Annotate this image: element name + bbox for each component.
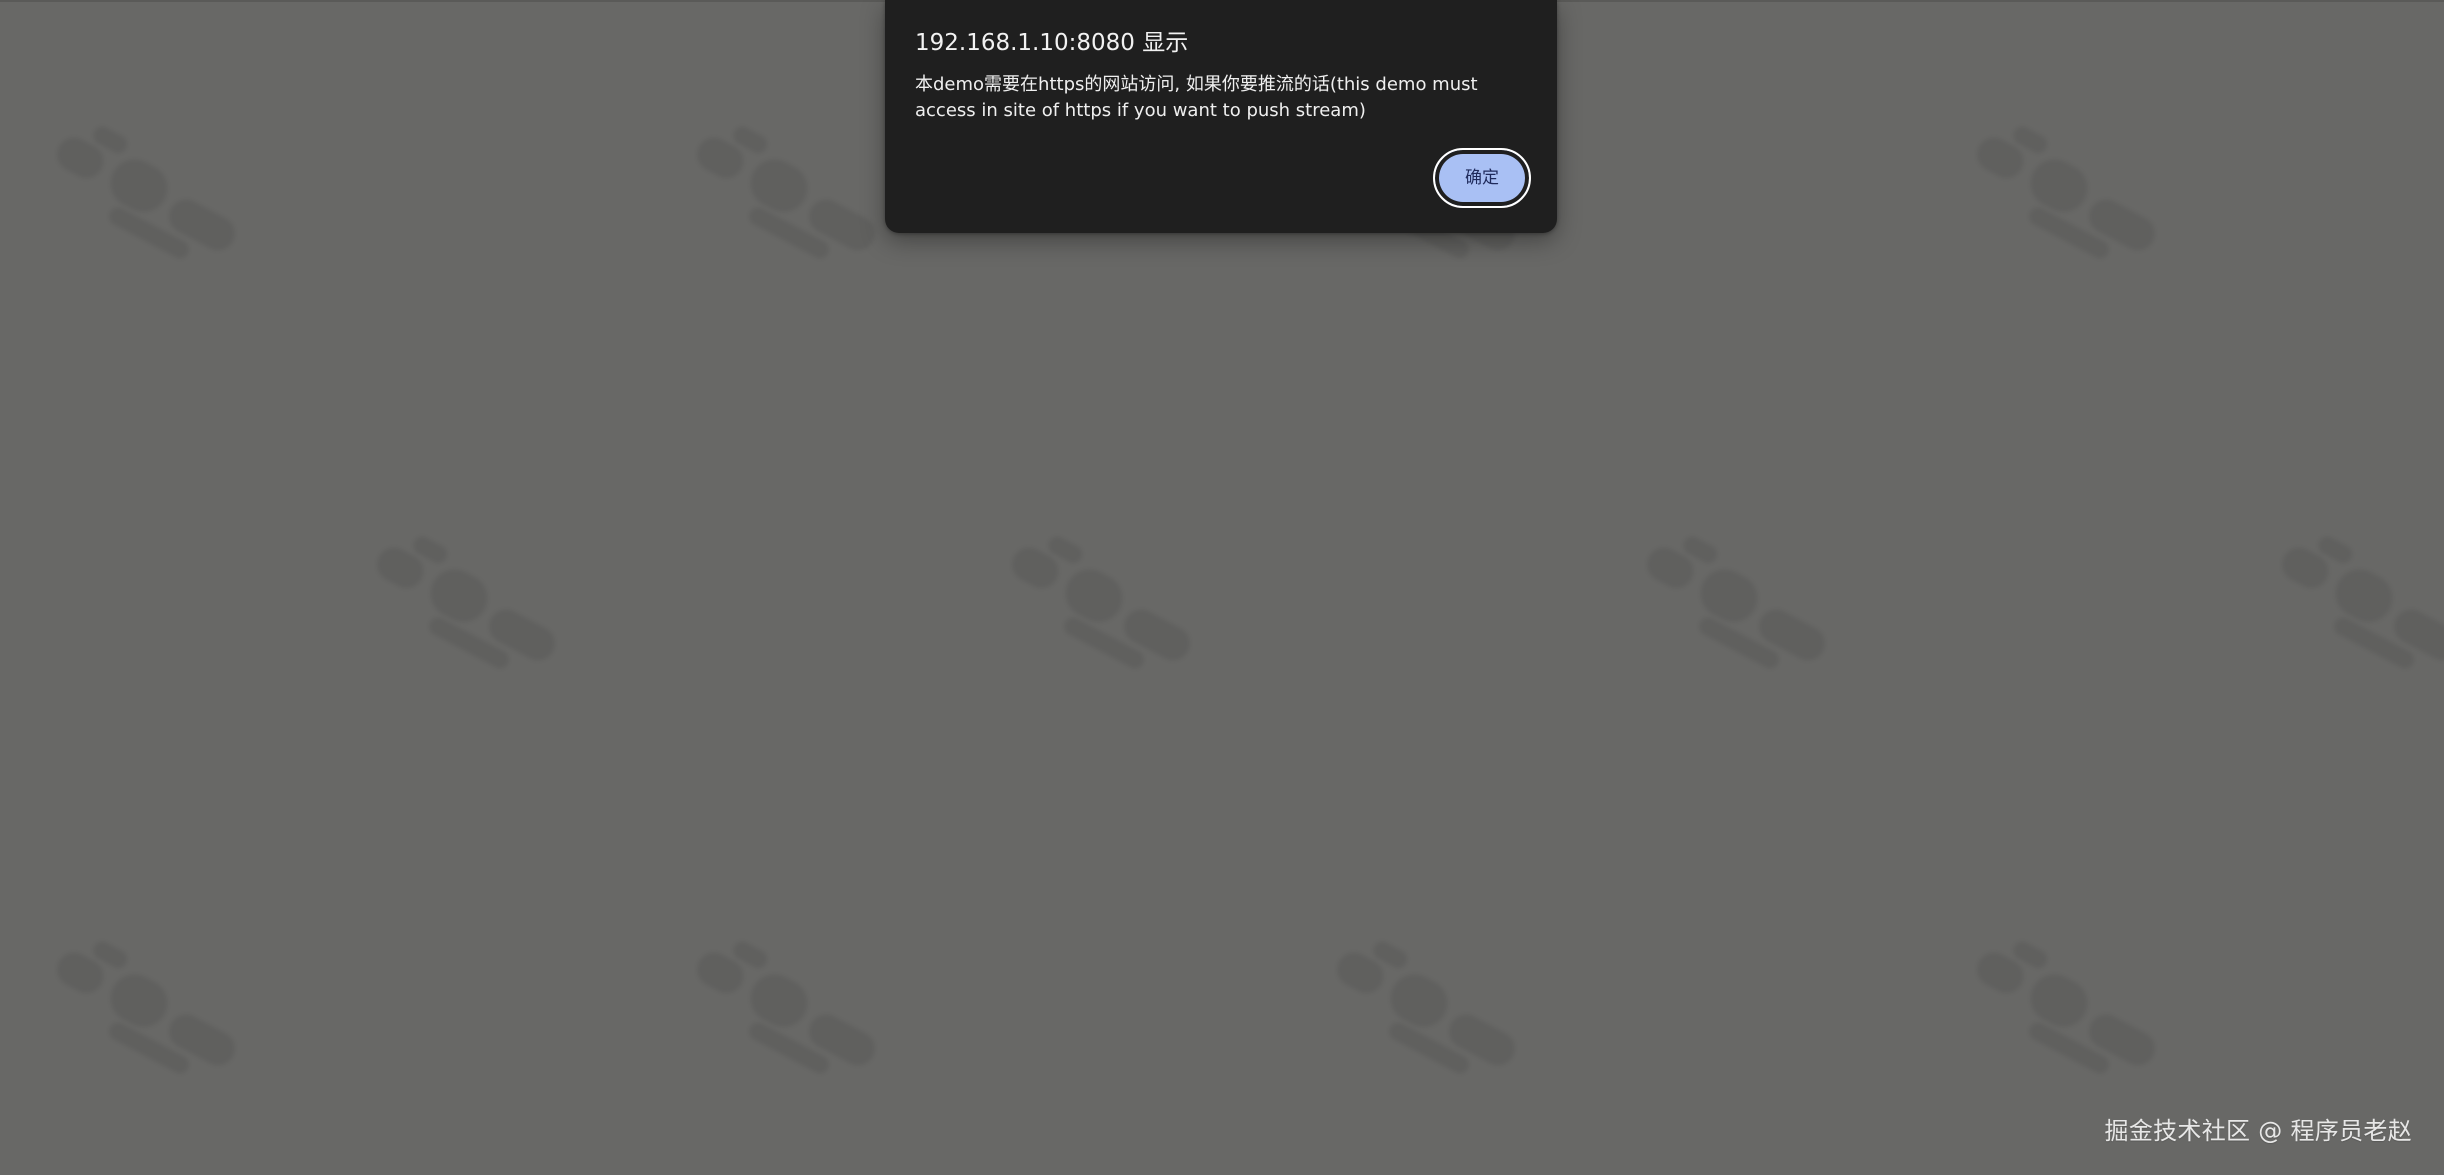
alert-actions: 确定 — [1433, 148, 1531, 208]
alert-message-line-1: 本demo需要在https的网站访问, 如果你要推流的话(this demo m… — [915, 74, 1478, 95]
alert-message-line-2: access in site of https if you want to p… — [915, 100, 1366, 121]
alert-message: 本demo需要在https的网站访问, 如果你要推流的话(this demo m… — [915, 72, 1485, 124]
confirm-button[interactable]: 确定 — [1433, 148, 1531, 208]
browser-alert-dialog: 192.168.1.10:8080 显示 本demo需要在https的网站访问,… — [885, 0, 1557, 233]
footer-attribution: 掘金技术社区 @ 程序员老赵 — [2104, 1117, 2412, 1145]
alert-title: 192.168.1.10:8080 显示 — [915, 30, 1189, 56]
